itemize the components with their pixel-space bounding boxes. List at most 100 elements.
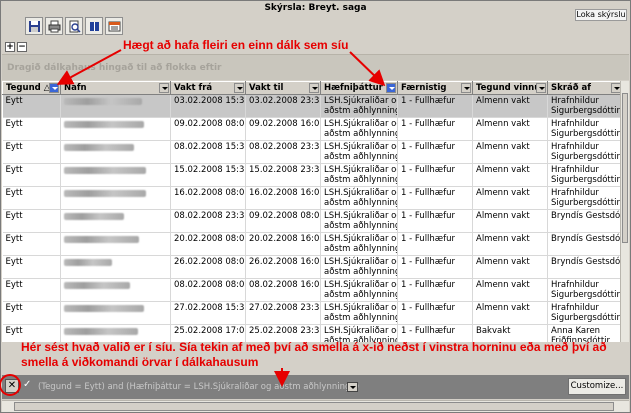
- filter-dropdown-icon[interactable]: [234, 83, 244, 93]
- cell-tegund: Eytt: [5, 188, 23, 198]
- table-body: Eytt 03.02.2008 15:30 03.02.2008 23:30 LSH.…: [2, 94, 629, 342]
- redacted-name: [64, 236, 139, 243]
- vertical-scroll-thumb[interactable]: [622, 93, 628, 243]
- group-by-panel[interactable]: Dragið dálkahaus hingað til að flokka ef…: [2, 54, 629, 80]
- cell-vakt-fra: 09.02.2008 08:00: [174, 119, 246, 129]
- cell-vakt-fra: 27.02.2008 15:30: [174, 303, 246, 313]
- cell-vakt-fra: 15.02.2008 15:30: [174, 165, 246, 175]
- table-row[interactable]: Eytt 03.02.2008 15:30 03.02.2008 23:30 LSH.…: [2, 94, 629, 118]
- column-header[interactable]: Nafn: [60, 81, 171, 95]
- cell-vakt-til: 08.02.2008 23:30: [249, 142, 321, 152]
- collapse-all-button[interactable]: −: [17, 42, 27, 52]
- column-header[interactable]: Tegund vinnu: [472, 81, 548, 95]
- table-row[interactable]: Eytt 20.02.2008 08:00 20.02.2008 16:00 LSH.…: [2, 232, 629, 256]
- vertical-scrollbar[interactable]: [620, 81, 629, 342]
- table-row[interactable]: Eytt 27.02.2008 15:30 27.02.2008 23:30 LSH.…: [2, 301, 629, 325]
- table-row[interactable]: Eytt 09.02.2008 08:00 09.02.2008 16:00 LSH.…: [2, 117, 629, 141]
- book-icon: [89, 21, 99, 31]
- cell-tegund: Eytt: [5, 326, 23, 336]
- table-row[interactable]: Eytt 15.02.2008 15:30 15.02.2008 23:30 LSH.…: [2, 163, 629, 187]
- cell-tegund-vinnu: Almenn vakt: [476, 142, 530, 152]
- redacted-name: [64, 167, 146, 174]
- save-button[interactable]: [25, 17, 43, 35]
- column-chooser-button[interactable]: [105, 17, 123, 35]
- data-grid: Tegund △ Nafn Vakt frá Vakt til Hæfniþáttur Fæ…: [2, 81, 629, 342]
- close-report-button[interactable]: Loka skýrslu: [575, 9, 627, 21]
- redacted-name: [64, 98, 142, 105]
- toolbar: [25, 17, 123, 37]
- table-row[interactable]: Eytt 08.02.2008 08:00 08.02.2008 16:00 LSH.…: [2, 278, 629, 302]
- cell-haefni-line1: LSH.Sjúkraliðar og: [324, 303, 398, 313]
- column-header[interactable]: Vakt frá: [170, 81, 246, 95]
- horizontal-scrollbar[interactable]: [2, 400, 629, 412]
- cell-faernistig: 1 - Fullhæfur: [401, 165, 456, 175]
- table-row[interactable]: Eytt 08.02.2008 15:30 08.02.2008 23:30 LSH.…: [2, 140, 629, 164]
- cell-haefni-line1: LSH.Sjúkraliðar og: [324, 234, 398, 244]
- column-header[interactable]: Vakt til: [245, 81, 321, 95]
- cell-haefni-line1: LSH.Sjúkraliðar og: [324, 326, 398, 336]
- cell-vakt-fra: 08.02.2008 08:00: [174, 280, 246, 290]
- filter-expression[interactable]: (Tegund = Eytt) and (Hæfniþáttur = LSH.S…: [38, 382, 359, 392]
- column-header[interactable]: Hæfniþáttur: [320, 81, 398, 95]
- cell-faernistig: 1 - Fullhæfur: [401, 211, 456, 221]
- cell-tegund-vinnu: Almenn vakt: [476, 96, 530, 106]
- clear-filter-button[interactable]: ✕: [5, 379, 19, 393]
- cell-faernistig: 1 - Fullhæfur: [401, 119, 456, 129]
- column-header[interactable]: Skráð af: [547, 81, 623, 95]
- filter-bar: ✕ ✓ (Tegund = Eytt) and (Hæfniþáttur = L…: [2, 375, 629, 399]
- column-header[interactable]: Tegund △: [2, 81, 61, 95]
- save-icon: [28, 20, 40, 32]
- expand-all-button[interactable]: +: [5, 42, 15, 52]
- cell-haefni-line1: LSH.Sjúkraliðar og: [324, 188, 398, 198]
- cell-tegund: Eytt: [5, 211, 23, 221]
- print-preview-button[interactable]: [65, 17, 83, 35]
- active-filter-dropdown-icon[interactable]: [49, 83, 59, 93]
- annotation-bottom-line2: smella á viðkomandi örvar í dálkahausum: [21, 355, 259, 369]
- cell-haefni-line1: LSH.Sjúkraliðar og: [324, 119, 398, 129]
- window-title: Skýrsla: Breyt. saga: [1, 1, 630, 16]
- cell-haefni-line1: LSH.Sjúkraliðar og: [324, 257, 398, 267]
- filter-dropdown-icon[interactable]: [159, 83, 169, 93]
- customize-filter-button[interactable]: Customize...: [568, 378, 626, 395]
- filter-enabled-checkbox[interactable]: ✓: [23, 379, 33, 391]
- cell-tegund: Eytt: [5, 280, 23, 290]
- cell-tegund-vinnu: Almenn vakt: [476, 119, 530, 129]
- cell-skrad-af-line1: Bryndís Gestsdóttir: [551, 257, 623, 267]
- cell-skrad-af-line1: Hrafnhildur: [551, 165, 599, 175]
- table-row[interactable]: Eytt 08.02.2008 23:30 09.02.2008 08:00 LSH.…: [2, 209, 629, 233]
- redacted-name: [64, 213, 124, 220]
- cell-faernistig: 1 - Fullhæfur: [401, 280, 456, 290]
- cell-haefni-line1: LSH.Sjúkraliðar og: [324, 142, 398, 152]
- cell-vakt-til: 08.02.2008 16:00: [249, 280, 321, 290]
- filter-dropdown-icon[interactable]: [461, 83, 471, 93]
- cell-vakt-til: 03.02.2008 23:30: [249, 96, 321, 106]
- cell-vakt-til: 09.02.2008 16:00: [249, 119, 321, 129]
- cell-skrad-af-line1: Bryndís Gestsdóttir: [551, 211, 623, 221]
- table-row[interactable]: Eytt 26.02.2008 08:00 26.02.2008 16:00 LSH.…: [2, 255, 629, 279]
- cell-tegund: Eytt: [5, 119, 23, 129]
- cell-skrad-af-line1: Hrafnhildur: [551, 96, 599, 106]
- cell-vakt-fra: 08.02.2008 23:30: [174, 211, 246, 221]
- horizontal-scroll-thumb[interactable]: [14, 402, 614, 411]
- active-filter-dropdown-icon[interactable]: [386, 83, 396, 93]
- cell-faernistig: 1 - Fullhæfur: [401, 303, 456, 313]
- book-button[interactable]: [85, 17, 103, 35]
- table-row[interactable]: Eytt 16.02.2008 08:00 16.02.2008 16:00 LSH.…: [2, 186, 629, 210]
- cell-tegund-vinnu: Almenn vakt: [476, 188, 530, 198]
- cell-tegund-vinnu: Almenn vakt: [476, 280, 530, 290]
- cell-vakt-fra: 26.02.2008 08:00: [174, 257, 246, 267]
- cell-haefni-line2: aðstm aðhlynningu: [324, 129, 398, 139]
- cell-haefni-line2: aðstm aðhlynningu: [324, 244, 398, 254]
- filter-dropdown-icon[interactable]: [536, 83, 546, 93]
- filter-history-dropdown[interactable]: [347, 382, 358, 392]
- header-row: Tegund △ Nafn Vakt frá Vakt til Hæfniþáttur Fæ…: [2, 81, 629, 95]
- filter-dropdown-icon[interactable]: [309, 83, 319, 93]
- column-header-label: Tegund: [6, 83, 41, 93]
- column-header[interactable]: Færnistig: [397, 81, 473, 95]
- cell-skrad-af-line2: Sigurbergsdóttir: [551, 129, 620, 139]
- cell-skrad-af-line2: Sigurbergsdóttir: [551, 175, 620, 185]
- print-button[interactable]: [45, 17, 63, 35]
- records-table: Tegund △ Nafn Vakt frá Vakt til Hæfniþáttur Fæ…: [2, 81, 629, 342]
- cell-vakt-til: 25.02.2008 23:30: [249, 326, 321, 336]
- cell-haefni-line2: aðstm aðhlynningu: [324, 221, 398, 231]
